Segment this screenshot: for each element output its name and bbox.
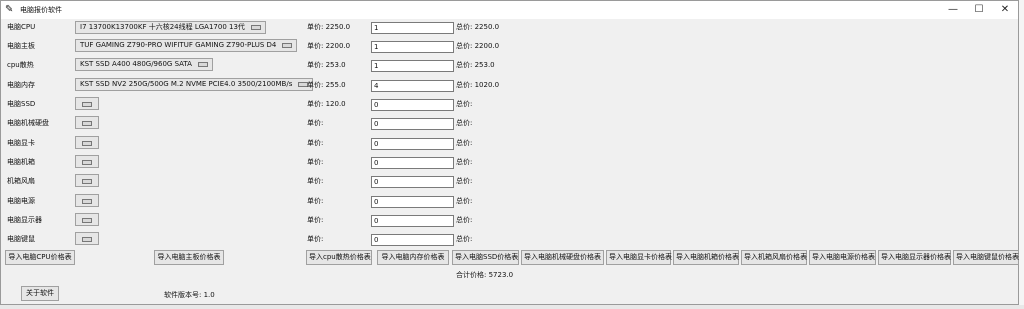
row-label: 电脑显卡 — [7, 139, 35, 147]
cpu-select[interactable]: I7 13700K13700KF 十六核24线程 LGA1700 13代 — [75, 21, 266, 34]
dropdown-indicator-icon — [197, 61, 208, 67]
import-cpu-price-button[interactable]: 导入电脑CPU价格表 — [5, 250, 75, 265]
grand-total: 合计价格: 5723.0 — [456, 271, 514, 279]
unit-price: 单价: — [307, 158, 324, 166]
unit-price: 单价: — [307, 197, 324, 205]
title-bar[interactable]: ✎ 电脑报价软件 — ☐ ✕ — [1, 1, 1018, 19]
row-label: 机箱风扇 — [7, 177, 35, 185]
quantity-field[interactable]: 1 — [371, 41, 454, 53]
background-window — [1019, 0, 1024, 309]
background-strip — [0, 305, 1024, 309]
row-label: 电脑SSD — [7, 100, 36, 108]
total-price: 总价: 2250.0 — [456, 23, 500, 31]
total-price: 总价: — [456, 197, 473, 205]
quantity-field[interactable]: 0 — [371, 196, 454, 208]
ssd-select[interactable] — [75, 97, 99, 110]
monitor-select[interactable] — [75, 213, 99, 226]
row-label: 电脑机箱 — [7, 158, 35, 166]
row-label: 电脑机械硬盘 — [7, 119, 49, 127]
select-value: KST SSD NV2 250G/500G M.2 NVME PCIE4.0 3… — [80, 80, 293, 88]
row-label: 电脑键鼠 — [7, 235, 35, 243]
quantity-field[interactable]: 0 — [371, 176, 454, 188]
dropdown-indicator-icon — [82, 121, 92, 126]
row-label: 电脑内存 — [7, 81, 35, 89]
quantity-field[interactable]: 0 — [371, 234, 454, 246]
quantity-field[interactable]: 0 — [371, 157, 454, 169]
dropdown-indicator-icon — [82, 160, 92, 165]
unit-price: 单价: — [307, 235, 324, 243]
import-keyboard-mouse-price-button[interactable]: 导入电脑键鼠价格表 — [953, 250, 1019, 265]
total-price: 总价: — [456, 119, 473, 127]
quantity-field[interactable]: 4 — [371, 80, 454, 92]
import-hdd-price-button[interactable]: 导入电脑机械硬盘价格表 — [521, 250, 604, 265]
unit-price: 单价: — [307, 216, 324, 224]
unit-price: 单价: 253.0 — [307, 61, 346, 69]
import-psu-price-button[interactable]: 导入电脑电源价格表 — [809, 250, 876, 265]
total-price: 总价: 1020.0 — [456, 81, 500, 89]
motherboard-select[interactable]: TUF GAMING Z790-PRO WIFITUF GAMING Z790-… — [75, 39, 298, 52]
dropdown-indicator-icon — [282, 42, 293, 48]
import-monitor-price-button[interactable]: 导入电脑显示器价格表 — [878, 250, 951, 265]
total-price: 总价: — [456, 235, 473, 243]
case-select[interactable] — [75, 155, 99, 168]
maximize-icon[interactable]: ☐ — [965, 1, 993, 19]
unit-price: 单价: — [307, 177, 324, 185]
window-title: 电脑报价软件 — [20, 6, 62, 14]
gpu-select[interactable] — [75, 136, 99, 149]
dropdown-indicator-icon — [82, 102, 92, 107]
version-label: 软件版本号: 1.0 — [164, 291, 215, 299]
row-label: 电脑主板 — [7, 42, 35, 50]
keyboard-mouse-select[interactable] — [75, 232, 99, 245]
total-price: 总价: — [456, 158, 473, 166]
import-cooler-price-button[interactable]: 导入cpu散热价格表 — [306, 250, 372, 265]
dropdown-indicator-icon — [82, 199, 92, 204]
total-price: 总价: — [456, 177, 473, 185]
case-fan-select[interactable] — [75, 174, 99, 187]
quantity-field[interactable]: 0 — [371, 99, 454, 111]
dropdown-indicator-icon — [82, 179, 92, 184]
row-label: 电脑电源 — [7, 197, 35, 205]
psu-select[interactable] — [75, 194, 99, 207]
total-price: 总价: 2200.0 — [456, 42, 500, 50]
dropdown-indicator-icon — [82, 218, 92, 223]
cpu-cooler-select[interactable]: KST SSD A400 480G/960G SATA — [75, 58, 213, 71]
unit-price: 单价: — [307, 139, 324, 147]
unit-price: 单价: 2250.0 — [307, 23, 351, 31]
unit-price: 单价: 255.0 — [307, 81, 346, 89]
memory-select[interactable]: KST SSD NV2 250G/500G M.2 NVME PCIE4.0 3… — [75, 78, 314, 91]
unit-price: 单价: 2200.0 — [307, 42, 351, 50]
row-label: 电脑显示器 — [7, 216, 42, 224]
import-memory-price-button[interactable]: 导入电脑内存价格表 — [377, 250, 449, 265]
total-price: 总价: — [456, 216, 473, 224]
import-motherboard-price-button[interactable]: 导入电脑主板价格表 — [154, 250, 224, 265]
quantity-field[interactable]: 1 — [371, 22, 454, 34]
minimize-icon[interactable]: — — [939, 1, 967, 19]
select-value: I7 13700K13700KF 十六核24线程 LGA1700 13代 — [80, 23, 245, 31]
unit-price: 单价: — [307, 119, 324, 127]
import-gpu-price-button[interactable]: 导入电脑显卡价格表 — [606, 250, 672, 265]
unit-price: 单价: 120.0 — [307, 100, 346, 108]
quantity-field[interactable]: 0 — [371, 215, 454, 227]
row-label: 电脑CPU — [7, 23, 36, 31]
dropdown-indicator-icon — [82, 237, 92, 242]
dropdown-indicator-icon — [82, 141, 92, 146]
row-label: cpu散热 — [7, 61, 34, 69]
select-value: TUF GAMING Z790-PRO WIFITUF GAMING Z790-… — [80, 41, 277, 49]
feather-icon: ✎ — [5, 4, 14, 15]
total-price: 总价: 253.0 — [456, 61, 495, 69]
quantity-field[interactable]: 1 — [371, 60, 454, 72]
select-value: KST SSD A400 480G/960G SATA — [80, 60, 192, 68]
about-button[interactable]: 关于软件 — [21, 286, 59, 301]
total-price: 总价: — [456, 100, 473, 108]
dropdown-indicator-icon — [250, 24, 261, 30]
hdd-select[interactable] — [75, 116, 99, 129]
total-price: 总价: — [456, 139, 473, 147]
import-case-price-button[interactable]: 导入电脑机箱价格表 — [673, 250, 739, 265]
app-window: ✎ 电脑报价软件 — ☐ ✕ 电脑CPU I7 13700K13700KF 十六… — [0, 0, 1019, 305]
quantity-field[interactable]: 0 — [371, 118, 454, 130]
import-case-fan-price-button[interactable]: 导入机箱风扇价格表 — [741, 250, 807, 265]
close-icon[interactable]: ✕ — [991, 1, 1019, 19]
quantity-field[interactable]: 0 — [371, 138, 454, 150]
import-ssd-price-button[interactable]: 导入电脑SSD价格表 — [452, 250, 519, 265]
